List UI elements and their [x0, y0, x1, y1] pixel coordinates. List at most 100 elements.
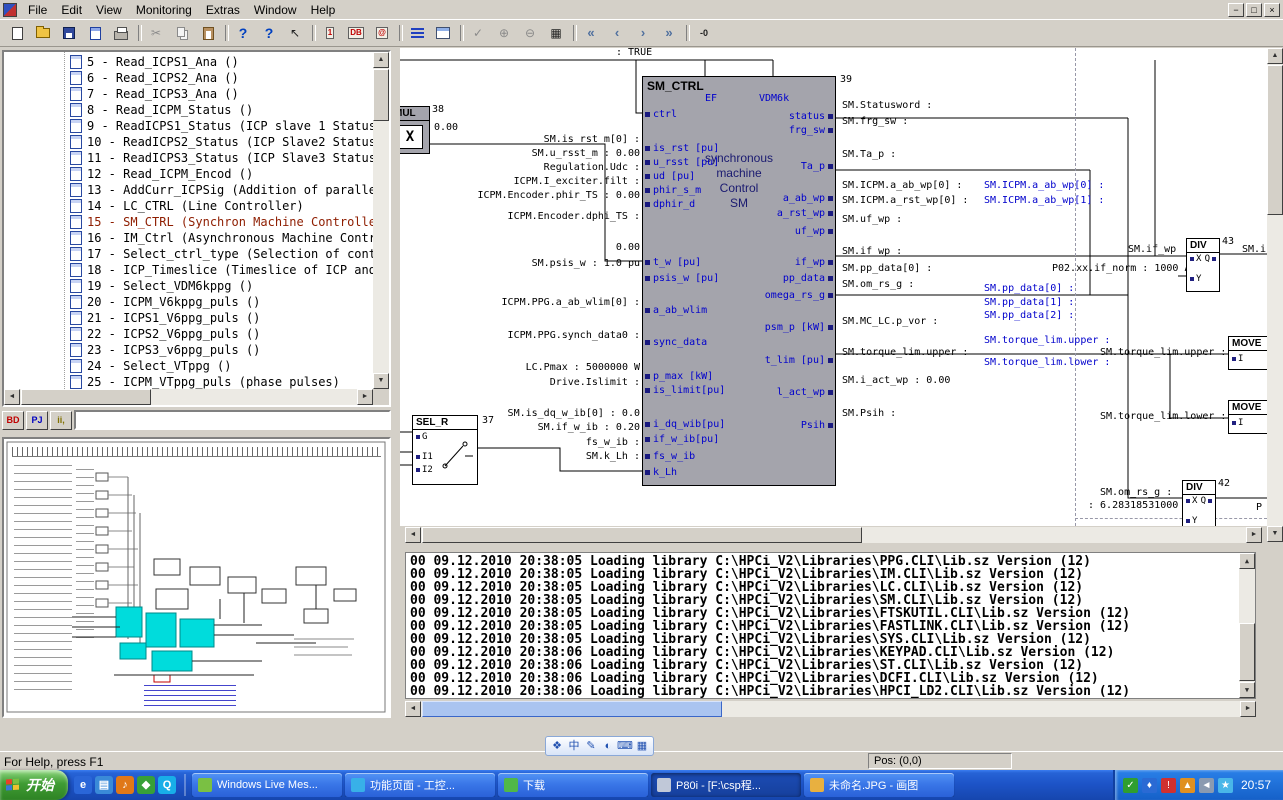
overview-panel[interactable]	[2, 437, 391, 718]
nav-last-icon[interactable]: »	[657, 22, 681, 44]
menu-item[interactable]: Window	[247, 1, 304, 19]
pin-G[interactable]: G	[416, 433, 427, 442]
pin-Ta_p[interactable]: Ta_p	[801, 162, 833, 172]
ime-pen-icon[interactable]: ✎	[583, 738, 599, 754]
task-button[interactable]: 下载	[498, 773, 648, 797]
open-icon[interactable]	[31, 22, 55, 44]
mul-block[interactable]: MUL X	[400, 106, 430, 154]
pin-t_lim[interactable]: t_lim [pu]	[765, 356, 833, 366]
pin-status[interactable]: status	[789, 112, 833, 122]
scroll-left-icon[interactable]: ◄	[405, 701, 421, 717]
scrollbar-thumb[interactable]	[422, 701, 722, 717]
pin-I[interactable]: I	[1232, 419, 1243, 428]
tree-item[interactable]: 22 - ICPS2_V6ppg_puls ()	[4, 326, 373, 342]
ime-lang-icon[interactable]: ❖	[549, 738, 565, 754]
online-db-icon[interactable]: DB	[344, 22, 368, 44]
tree-item[interactable]: 17 - Select_ctrl_type (Selection of cont…	[4, 246, 373, 262]
tree-item[interactable]: 8 - Read_ICPM_Status ()	[4, 102, 373, 118]
pin-dphir_d[interactable]: dphir_d	[645, 200, 695, 210]
task-button[interactable]: Windows Live Mes...	[192, 773, 342, 797]
quick-launch-qq[interactable]: Q	[158, 776, 176, 794]
pin-Y[interactable]: Y	[1186, 517, 1197, 526]
tree-item[interactable]: 12 - Read_ICPM_Encod ()	[4, 166, 373, 182]
restore-button[interactable]: □	[1246, 3, 1262, 17]
table-icon[interactable]	[431, 22, 455, 44]
log-horizontal-scrollbar[interactable]: ◄ ►	[405, 701, 1256, 717]
minimize-button[interactable]: −	[1228, 3, 1244, 17]
pin-omega_rs_g[interactable]: omega_rs_g	[765, 291, 833, 301]
ime-toolbox-icon[interactable]: ▦	[634, 738, 650, 754]
tree-item[interactable]: 14 - LC_CTRL (Line Controller)	[4, 198, 373, 214]
start-button[interactable]: 开始	[0, 770, 68, 800]
tree-item[interactable]: 18 - ICP_Timeslice (Timeslice of ICP and…	[4, 262, 373, 278]
pin-Psih[interactable]: Psih	[801, 421, 833, 431]
tree-item[interactable]: 25 - ICPM_VTppg_puls (phase pulses)	[4, 374, 373, 389]
paste-icon[interactable]	[196, 22, 220, 44]
canvas-horizontal-scrollbar[interactable]: ◄ ►	[405, 527, 1262, 543]
tree-item[interactable]: 11 - ReadICPS3_Status (ICP Slave3 Status…	[4, 150, 373, 166]
quick-launch-ie[interactable]: e	[74, 776, 92, 794]
tray-volume-icon[interactable]: ◄	[1199, 778, 1214, 793]
tree-item[interactable]: 20 - ICPM_V6kppg_puls ()	[4, 294, 373, 310]
menu-item[interactable]: Edit	[54, 1, 89, 19]
scrollbar-thumb[interactable]	[1239, 623, 1255, 681]
tray-ime-icon[interactable]: ▲	[1180, 778, 1195, 793]
tree-item[interactable]: 7 - Read_ICPS3_Ana ()	[4, 86, 373, 102]
sel-r-block[interactable]: SEL_R G I1 I2	[412, 415, 478, 485]
menu-item[interactable]: Extras	[199, 1, 247, 19]
task-button[interactable]: 未命名.JPG - 画图	[804, 773, 954, 797]
tree-item[interactable]: 13 - AddCurr_ICPSig (Addition of paralle…	[4, 182, 373, 198]
pin-sync_data[interactable]: sync_data	[645, 338, 707, 348]
tree-item[interactable]: 21 - ICPS1_V6ppg_puls ()	[4, 310, 373, 326]
pj-button[interactable]: PJ	[26, 411, 48, 430]
tray-network-icon[interactable]: ★	[1218, 778, 1233, 793]
pin-Y[interactable]: Y	[1190, 275, 1201, 284]
pin-I1[interactable]: I1	[416, 453, 433, 462]
pin-psis_w[interactable]: psis_w [pu]	[645, 274, 719, 284]
scroll-up-icon[interactable]: ▲	[1239, 553, 1255, 569]
menu-item[interactable]: Help	[304, 1, 343, 19]
nav-next-icon[interactable]: ›	[631, 22, 655, 44]
pin-i_dq_wib[interactable]: i_dq_wib[pu]	[645, 420, 725, 430]
pin-a_rst_wp[interactable]: a_rst_wp	[777, 209, 833, 219]
quick-launch-desktop[interactable]: ▤	[95, 776, 113, 794]
ime-keyboard-icon[interactable]: ⌨	[617, 738, 633, 754]
ime-language-bar[interactable]: ❖中✎◐⌨▦	[545, 736, 654, 756]
scrollbar-thumb[interactable]	[422, 527, 862, 543]
move-block-upper[interactable]: MOVE I	[1228, 336, 1267, 370]
menu-item[interactable]: File	[21, 1, 54, 19]
pin-k_Lh[interactable]: k_Lh	[645, 468, 677, 478]
help-icon[interactable]: ?	[231, 22, 255, 44]
scrollbar-thumb[interactable]	[21, 389, 151, 405]
log-vertical-scrollbar[interactable]: ▲ ▼	[1239, 553, 1255, 698]
tree-vertical-scrollbar[interactable]: ▲ ▼	[373, 52, 389, 389]
pin-u_rsst[interactable]: u_rsst [pu]	[645, 158, 719, 168]
menu-item[interactable]: Monitoring	[129, 1, 199, 19]
new-icon[interactable]	[5, 22, 29, 44]
scroll-right-icon[interactable]: ►	[1246, 527, 1262, 543]
close-button[interactable]: ×	[1264, 3, 1280, 17]
export-icon[interactable]	[83, 22, 107, 44]
tree-item[interactable]: 24 - Select_VTppg ()	[4, 358, 373, 374]
pin-a_ab_wlim[interactable]: a_ab_wlim	[645, 306, 707, 316]
list-icon[interactable]	[405, 22, 429, 44]
pin-a_ab_wp[interactable]: a_ab_wp	[783, 194, 833, 204]
bd-button[interactable]: BD	[2, 411, 24, 430]
quick-launch-msn[interactable]: ◆	[137, 776, 155, 794]
online-at-icon[interactable]: @	[370, 22, 394, 44]
pin-p_max[interactable]: p_max [kW]	[645, 372, 713, 382]
tree-item[interactable]: 15 - SM_CTRL (Synchron Machine Controlle…	[4, 214, 373, 230]
watch-icon[interactable]: -0	[692, 22, 716, 44]
accept-icon[interactable]: ✓	[466, 22, 490, 44]
pin-if_wp[interactable]: if_wp	[795, 258, 833, 268]
tray-update-icon[interactable]: ♦	[1142, 778, 1157, 793]
tree-horizontal-scrollbar[interactable]: ◄ ►	[4, 389, 373, 405]
tree-item[interactable]: 5 - Read_ICPS1_Ana ()	[4, 54, 373, 70]
pin-fs_w_ib[interactable]: fs_w_ib	[645, 452, 695, 462]
div-block-43[interactable]: DIV X Q Y	[1186, 238, 1220, 292]
tree-item[interactable]: 19 - Select_VDM6kppg ()	[4, 278, 373, 294]
pin-ctrl[interactable]: ctrl	[645, 110, 677, 120]
ii-button[interactable]: ii,	[50, 411, 72, 430]
context-help-icon[interactable]: ?	[257, 22, 281, 44]
scroll-down-icon[interactable]: ▼	[1239, 682, 1255, 698]
